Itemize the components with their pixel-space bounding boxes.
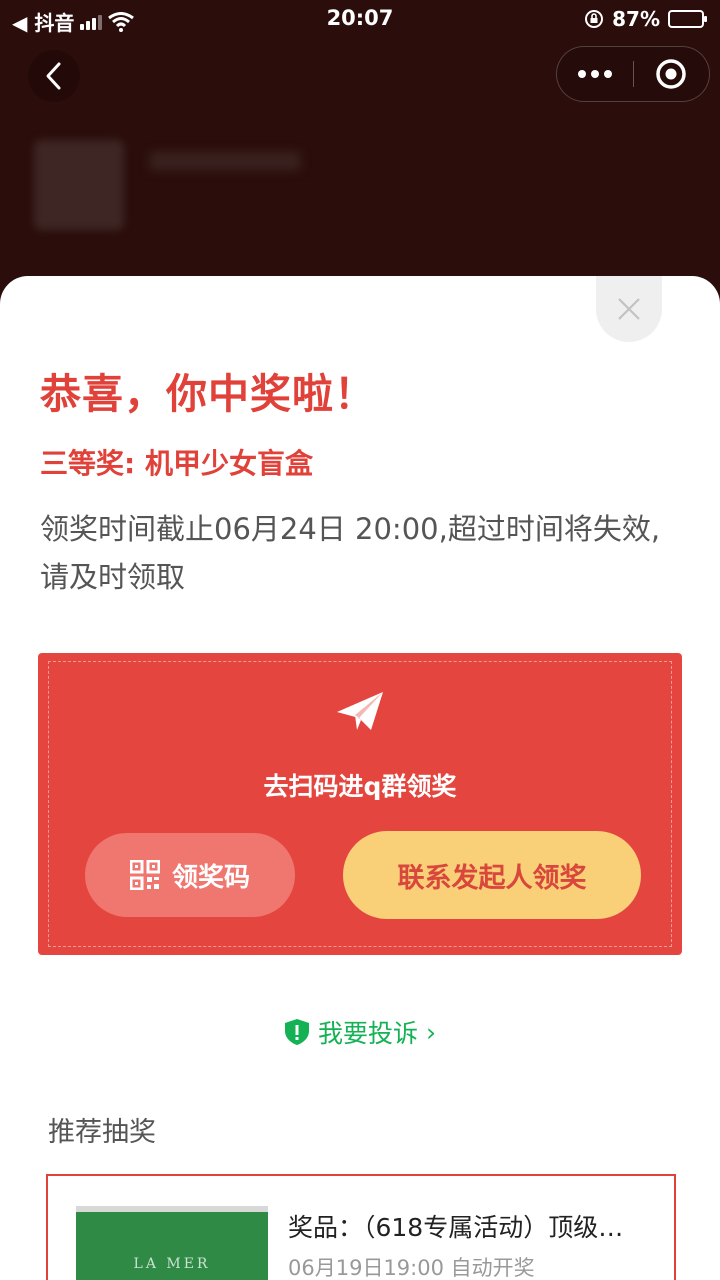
- chevron-right-icon: ›: [426, 1017, 436, 1047]
- miniprogram-capsule: [556, 46, 710, 102]
- more-dots-icon[interactable]: [557, 70, 633, 78]
- contact-organizer-button[interactable]: 联系发起人领奖: [343, 831, 641, 919]
- recommend-lottery-card[interactable]: LA MER 奖品：（618专属活动）顶级… 06月19日19:00 自动开奖: [46, 1174, 676, 1280]
- complain-link[interactable]: 我要投诉 ›: [0, 1014, 720, 1050]
- deadline-notice: 领奖时间截止06月24日 20:00,超过时间将失效,请及时领取: [40, 512, 661, 594]
- complain-label: 我要投诉: [317, 1019, 418, 1048]
- recommend-section-title: 推荐抽奖: [48, 1117, 156, 1148]
- scan-instruction: 去扫码进q群领奖: [263, 772, 457, 801]
- recommend-prize-name: 奖品：（618专属活动）顶级…: [288, 1213, 624, 1242]
- paper-plane-icon: [337, 692, 383, 730]
- battery-percent: 87%: [612, 7, 660, 31]
- claim-card: 去扫码进q群领奖 领奖码 联系发起人领奖: [38, 653, 682, 955]
- close-button[interactable]: [596, 276, 662, 342]
- prize-thumbnail: LA MER: [76, 1206, 268, 1280]
- blurred-title: [150, 152, 300, 170]
- close-miniprogram-button[interactable]: [634, 58, 710, 90]
- qr-code-icon: [129, 860, 160, 890]
- shield-icon: [284, 1019, 309, 1045]
- recommend-draw-time: 06月19日19:00 自动开奖: [288, 1256, 535, 1280]
- orientation-lock-icon: [585, 10, 604, 28]
- status-bar: ◀ 抖音 20:07 87%: [0, 0, 720, 40]
- status-right: 87%: [584, 7, 707, 31]
- back-chevron-icon: [46, 62, 61, 90]
- battery-icon: [668, 10, 707, 28]
- close-icon: [618, 298, 640, 320]
- blurred-avatar: [34, 140, 124, 230]
- prize-label: 三等奖: 机甲少女盲盒: [40, 447, 313, 480]
- thumbnail-brand-text: LA MER: [133, 1256, 211, 1272]
- prize-code-label: 领奖码: [171, 862, 250, 893]
- prize-code-button[interactable]: 领奖码: [85, 833, 295, 917]
- congrats-title: 恭喜，你中奖啦！: [40, 370, 376, 418]
- back-button[interactable]: [28, 50, 80, 102]
- target-icon: [656, 59, 686, 89]
